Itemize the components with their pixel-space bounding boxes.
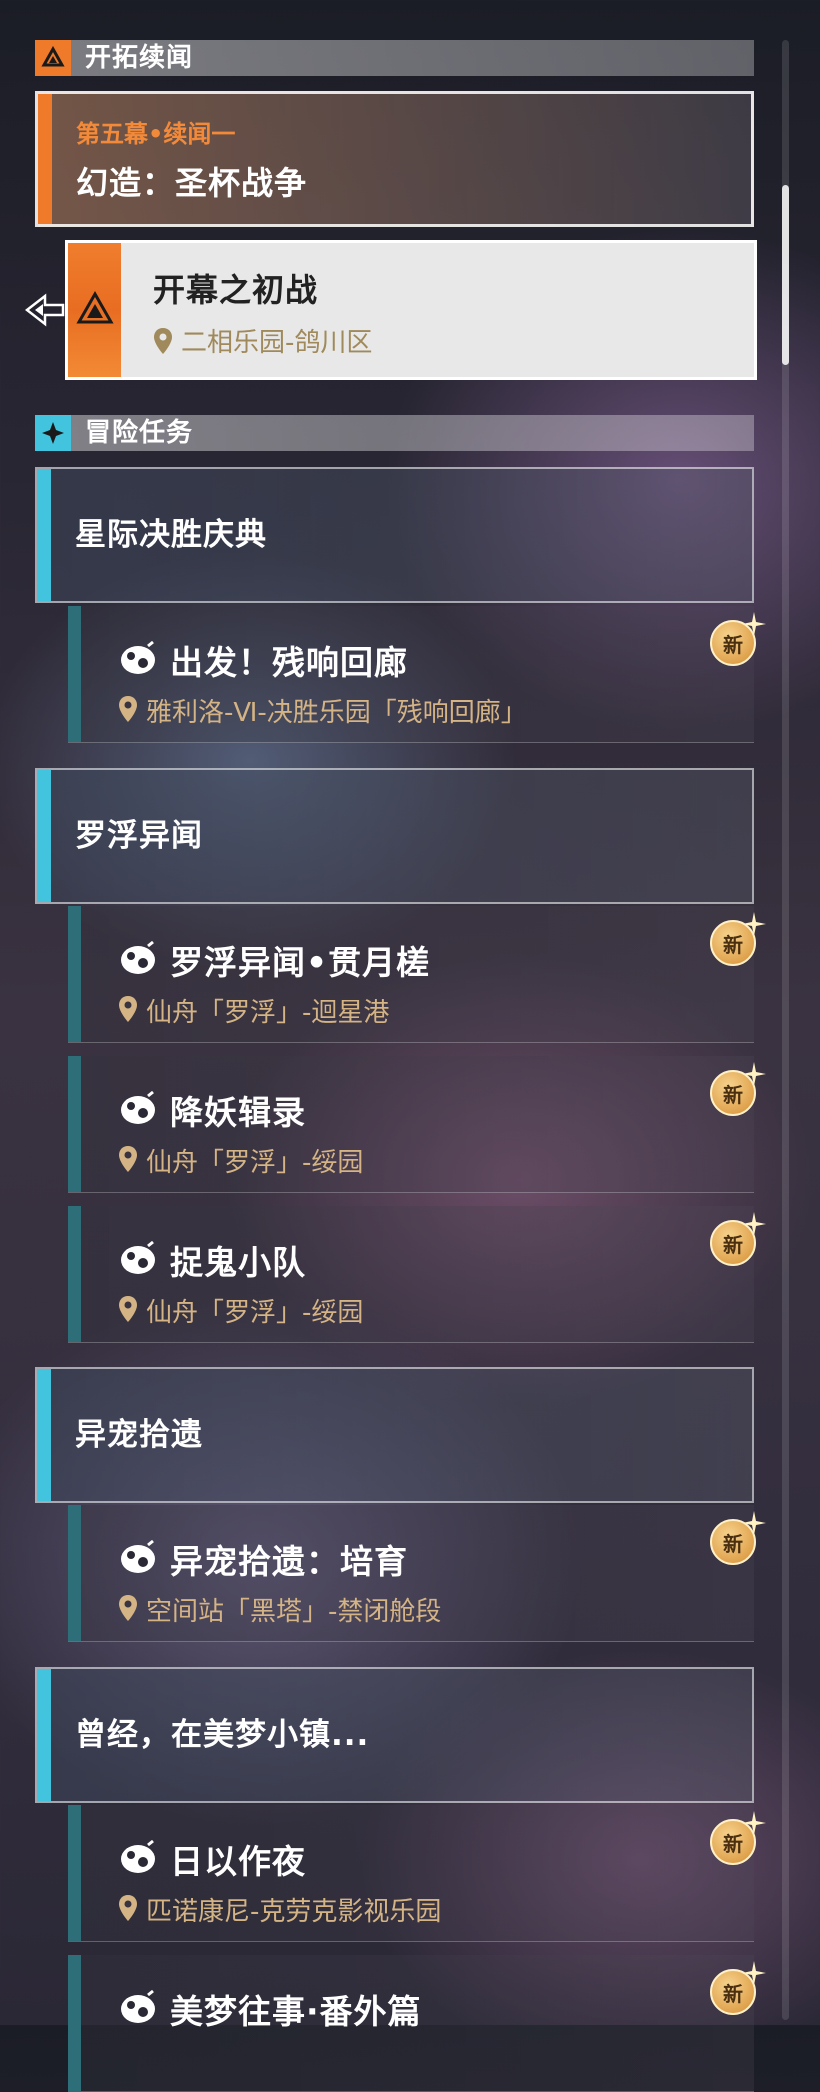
quest-accent-bar bbox=[68, 1955, 81, 2091]
quest-location: 仙舟「罗浮」-绥园 bbox=[118, 1292, 363, 1329]
new-badge-label: 新 bbox=[723, 632, 743, 657]
story-subtitle: 第五幕•续闻一 bbox=[76, 120, 236, 148]
quest-icon bbox=[118, 1240, 158, 1280]
location-pin-icon bbox=[118, 995, 138, 1027]
quest-location: 仙舟「罗浮」-绥园 bbox=[118, 1142, 363, 1179]
quest-icon bbox=[118, 940, 158, 980]
new-badge-icon: 新 bbox=[706, 912, 766, 972]
scrollbar-thumb[interactable] bbox=[782, 185, 789, 365]
quest-accent-bar bbox=[68, 1805, 81, 1941]
group-title: 异宠拾遗 bbox=[75, 1417, 203, 1453]
quest-icon bbox=[118, 1539, 158, 1579]
sparkle-icon bbox=[742, 612, 766, 640]
quest-icon bbox=[118, 640, 158, 680]
group-accent-bar bbox=[37, 469, 51, 601]
quest-item[interactable]: 美梦往事·番外篇 bbox=[68, 1955, 754, 2092]
quest-item[interactable]: 罗浮异闻•贯月槎仙舟「罗浮」-迴星港 bbox=[68, 906, 754, 1043]
sparkle-icon bbox=[742, 1811, 766, 1839]
story-accent-bar bbox=[38, 94, 52, 224]
quest-group-card[interactable]: 罗浮异闻 bbox=[35, 768, 754, 904]
section-header-adventure: 冒险任务 bbox=[35, 415, 754, 451]
location-pin-icon bbox=[118, 1894, 138, 1926]
quest-item[interactable]: 日以作夜匹诺康尼-克劳克影视乐园 bbox=[68, 1805, 754, 1942]
quest-title: 降妖辑录 bbox=[170, 1093, 306, 1132]
group-title: 曾经，在美梦小镇... bbox=[75, 1717, 370, 1753]
quest-title: 异宠拾遗：培育 bbox=[170, 1542, 408, 1581]
quest-location-text: 仙舟「罗浮」-绥园 bbox=[146, 1148, 364, 1178]
selected-quest-location: 二相乐园-鸽川区 bbox=[153, 322, 372, 359]
quest-location: 匹诺康尼-克劳克影视乐园 bbox=[118, 1891, 441, 1928]
quest-accent-bar bbox=[68, 1056, 81, 1192]
location-pin-icon bbox=[118, 1145, 138, 1177]
adventure-icon bbox=[35, 415, 71, 451]
new-badge-icon: 新 bbox=[706, 1511, 766, 1571]
section-header-trailblaze: 开拓续闻 bbox=[35, 40, 754, 76]
quest-accent-bar bbox=[68, 906, 81, 1042]
quest-item[interactable]: 捉鬼小队仙舟「罗浮」-绥园 bbox=[68, 1206, 754, 1343]
sparkle-icon bbox=[742, 1062, 766, 1090]
location-pin-icon bbox=[154, 327, 172, 354]
quest-accent-bar bbox=[68, 606, 81, 742]
quest-title: 日以作夜 bbox=[170, 1842, 306, 1881]
sparkle-icon bbox=[742, 1212, 766, 1240]
group-accent-bar bbox=[37, 770, 51, 902]
quest-group-card[interactable]: 异宠拾遗 bbox=[35, 1367, 754, 1503]
section-title: 开拓续闻 bbox=[85, 43, 194, 73]
location-pin-icon bbox=[118, 1594, 138, 1626]
quest-location-text: 空间站「黑塔」-禁闭舱段 bbox=[146, 1597, 442, 1627]
sparkle-icon bbox=[742, 912, 766, 940]
quest-title: 美梦往事·番外篇 bbox=[170, 1992, 422, 2031]
new-badge-icon: 新 bbox=[706, 1062, 766, 1122]
quest-location: 仙舟「罗浮」-迴星港 bbox=[118, 992, 389, 1029]
quest-accent-bar bbox=[68, 1505, 81, 1641]
quest-group-card[interactable]: 曾经，在美梦小镇... bbox=[35, 1667, 754, 1803]
new-badge-label: 新 bbox=[723, 1082, 743, 1107]
new-badge-icon: 新 bbox=[706, 1811, 766, 1871]
quest-title: 捉鬼小队 bbox=[170, 1243, 306, 1282]
section-title: 冒险任务 bbox=[85, 418, 194, 448]
quest-item[interactable]: 异宠拾遗：培育空间站「黑塔」-禁闭舱段 bbox=[68, 1505, 754, 1642]
quest-group-card[interactable]: 星际决胜庆典 bbox=[35, 467, 754, 603]
sparkle-icon bbox=[742, 1511, 766, 1539]
group-title: 星际决胜庆典 bbox=[75, 517, 267, 553]
new-badge-icon: 新 bbox=[706, 1212, 766, 1272]
quest-location-text: 雅利洛-Ⅵ-决胜乐园「残响回廊」 bbox=[146, 698, 527, 728]
quest-icon bbox=[118, 1989, 158, 2029]
story-card[interactable]: 第五幕•续闻一 幻造：圣杯战争 bbox=[35, 91, 754, 227]
quest-title: 罗浮异闻•贯月槎 bbox=[170, 943, 431, 982]
new-badge-label: 新 bbox=[723, 1232, 743, 1257]
selection-pointer-icon bbox=[24, 293, 65, 331]
selected-quest-location-text: 二相乐园-鸽川区 bbox=[181, 328, 373, 358]
new-badge-label: 新 bbox=[723, 932, 743, 957]
quest-location: 雅利洛-Ⅵ-决胜乐园「残响回廊」 bbox=[118, 692, 527, 729]
selected-quest-card[interactable]: 开幕之初战 二相乐园-鸽川区 bbox=[65, 240, 757, 380]
selected-quest-title: 开幕之初战 bbox=[153, 271, 319, 309]
trailblaze-icon bbox=[35, 40, 71, 76]
quest-item[interactable]: 降妖辑录仙舟「罗浮」-绥园 bbox=[68, 1056, 754, 1193]
quest-item[interactable]: 出发！残响回廊雅利洛-Ⅵ-决胜乐园「残响回廊」 bbox=[68, 606, 754, 743]
quest-location-text: 匹诺康尼-克劳克影视乐园 bbox=[146, 1897, 442, 1927]
story-title: 幻造：圣杯战争 bbox=[76, 164, 308, 202]
group-title: 罗浮异闻 bbox=[75, 818, 203, 854]
location-pin-icon bbox=[118, 695, 138, 727]
new-badge-label: 新 bbox=[723, 1981, 743, 2006]
quest-emblem-icon bbox=[68, 243, 121, 377]
new-badge-label: 新 bbox=[723, 1531, 743, 1556]
group-accent-bar bbox=[37, 1669, 51, 1801]
new-badge-label: 新 bbox=[723, 1831, 743, 1856]
quest-location-text: 仙舟「罗浮」-绥园 bbox=[146, 1298, 364, 1328]
sparkle-icon bbox=[742, 1961, 766, 1989]
new-badge-icon: 新 bbox=[706, 1961, 766, 2021]
location-pin-icon bbox=[118, 1295, 138, 1327]
quest-location-text: 仙舟「罗浮」-迴星港 bbox=[146, 998, 390, 1028]
group-accent-bar bbox=[37, 1369, 51, 1501]
quest-accent-bar bbox=[68, 1206, 81, 1342]
quest-title: 出发！残响回廊 bbox=[170, 643, 408, 682]
quest-icon bbox=[118, 1090, 158, 1130]
quest-location: 空间站「黑塔」-禁闭舱段 bbox=[118, 1591, 441, 1628]
new-badge-icon: 新 bbox=[706, 612, 766, 672]
quest-icon bbox=[118, 1839, 158, 1879]
